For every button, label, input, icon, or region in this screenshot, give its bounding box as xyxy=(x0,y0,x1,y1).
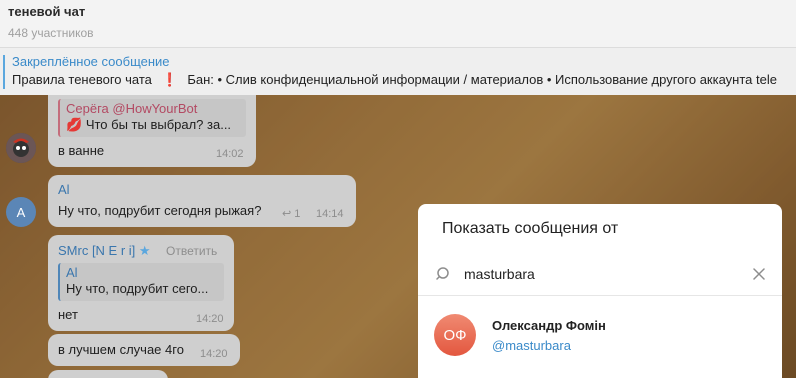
user-avatar[interactable] xyxy=(6,133,36,163)
search-bar[interactable] xyxy=(418,260,782,296)
user-username: @masturbara xyxy=(492,338,571,353)
reply-arrow-icon: ↩ xyxy=(282,208,292,220)
pinned-text-end: Бан: • Слив конфиденциальной информации … xyxy=(187,72,777,87)
star-icon: ★ xyxy=(138,243,151,258)
message-time: 14:20 xyxy=(196,313,224,325)
members-count: 448 участников xyxy=(8,26,94,40)
reply-author: Серёга @HowYourBot xyxy=(66,101,198,116)
author-name: SMrc [N E r i] xyxy=(58,243,136,258)
message-text: нет xyxy=(58,307,78,322)
replies-counter[interactable]: ↩ 1 xyxy=(282,207,300,220)
reply-preview[interactable]: Серёга @HowYourBot 💋 Что бы ты выбрал? з… xyxy=(58,99,246,137)
dialog-title: Показать сообщения от xyxy=(442,220,619,237)
pinned-title: Закреплённое сообщение xyxy=(12,54,170,69)
replies-count: 1 xyxy=(294,208,301,220)
message-time: 14:02 xyxy=(216,148,244,160)
pinned-text-start: Правила теневого чата xyxy=(12,72,152,87)
close-icon[interactable] xyxy=(752,267,766,281)
message-bubble[interactable]: SMrc [N E r i] ★ Ответить Al Ну что, под… xyxy=(48,235,234,331)
avatar[interactable]: A xyxy=(6,197,36,227)
chat-header[interactable]: теневой чат 448 участников xyxy=(0,0,796,47)
chat-title: теневой чат xyxy=(8,4,86,19)
pinned-message[interactable]: Закреплённое сообщение Правила теневого … xyxy=(0,47,796,95)
reply-button[interactable]: Ответить xyxy=(166,244,217,258)
message-time: 14:20 xyxy=(200,348,228,360)
message-bubble[interactable]: Серёга @HowYourBot 💋 Что бы ты выбрал? з… xyxy=(48,95,256,167)
message-bubble[interactable]: Al Ну что, подрубит сегодня рыжая? ↩ 1 1… xyxy=(48,175,356,227)
reply-preview[interactable]: Al Ну что, подрубит сего... xyxy=(58,263,224,301)
user-name: Олександр Фомін xyxy=(492,318,606,333)
filter-messages-dialog: Показать сообщения от ОФ Олександр Фомін… xyxy=(418,204,782,378)
avatar: ОФ xyxy=(434,314,476,356)
message-author[interactable]: Al xyxy=(58,182,70,197)
user-result-item[interactable]: ОФ Олександр Фомін @masturbara xyxy=(418,304,782,366)
reply-author: Al xyxy=(66,265,78,280)
pinned-indicator xyxy=(3,55,5,89)
message-author[interactable]: SMrc [N E r i] ★ xyxy=(58,243,151,259)
exclamation-icon: ❗ xyxy=(161,72,178,87)
pinned-text: Правила теневого чата ❗ Бан: • Слив конф… xyxy=(4,72,796,88)
reply-text: Ну что, подрубит сего... xyxy=(66,281,209,296)
message-bubble[interactable]: в лучшем случае 4го 14:20 xyxy=(48,334,240,366)
reply-text: 💋 Что бы ты выбрал? за... xyxy=(66,117,240,133)
search-input[interactable] xyxy=(464,263,744,285)
message-text: в ванне xyxy=(58,143,105,158)
message-time: 14:14 xyxy=(316,208,344,220)
message-bubble[interactable] xyxy=(48,370,168,378)
avatar-letter: A xyxy=(16,204,26,220)
message-text: Ну что, подрубит сегодня рыжая? xyxy=(58,203,262,218)
reply-text-content: Что бы ты выбрал? за... xyxy=(85,117,232,132)
message-text: в лучшем случае 4го xyxy=(58,342,184,357)
lips-icon: 💋 xyxy=(66,117,83,132)
search-icon xyxy=(436,267,449,280)
